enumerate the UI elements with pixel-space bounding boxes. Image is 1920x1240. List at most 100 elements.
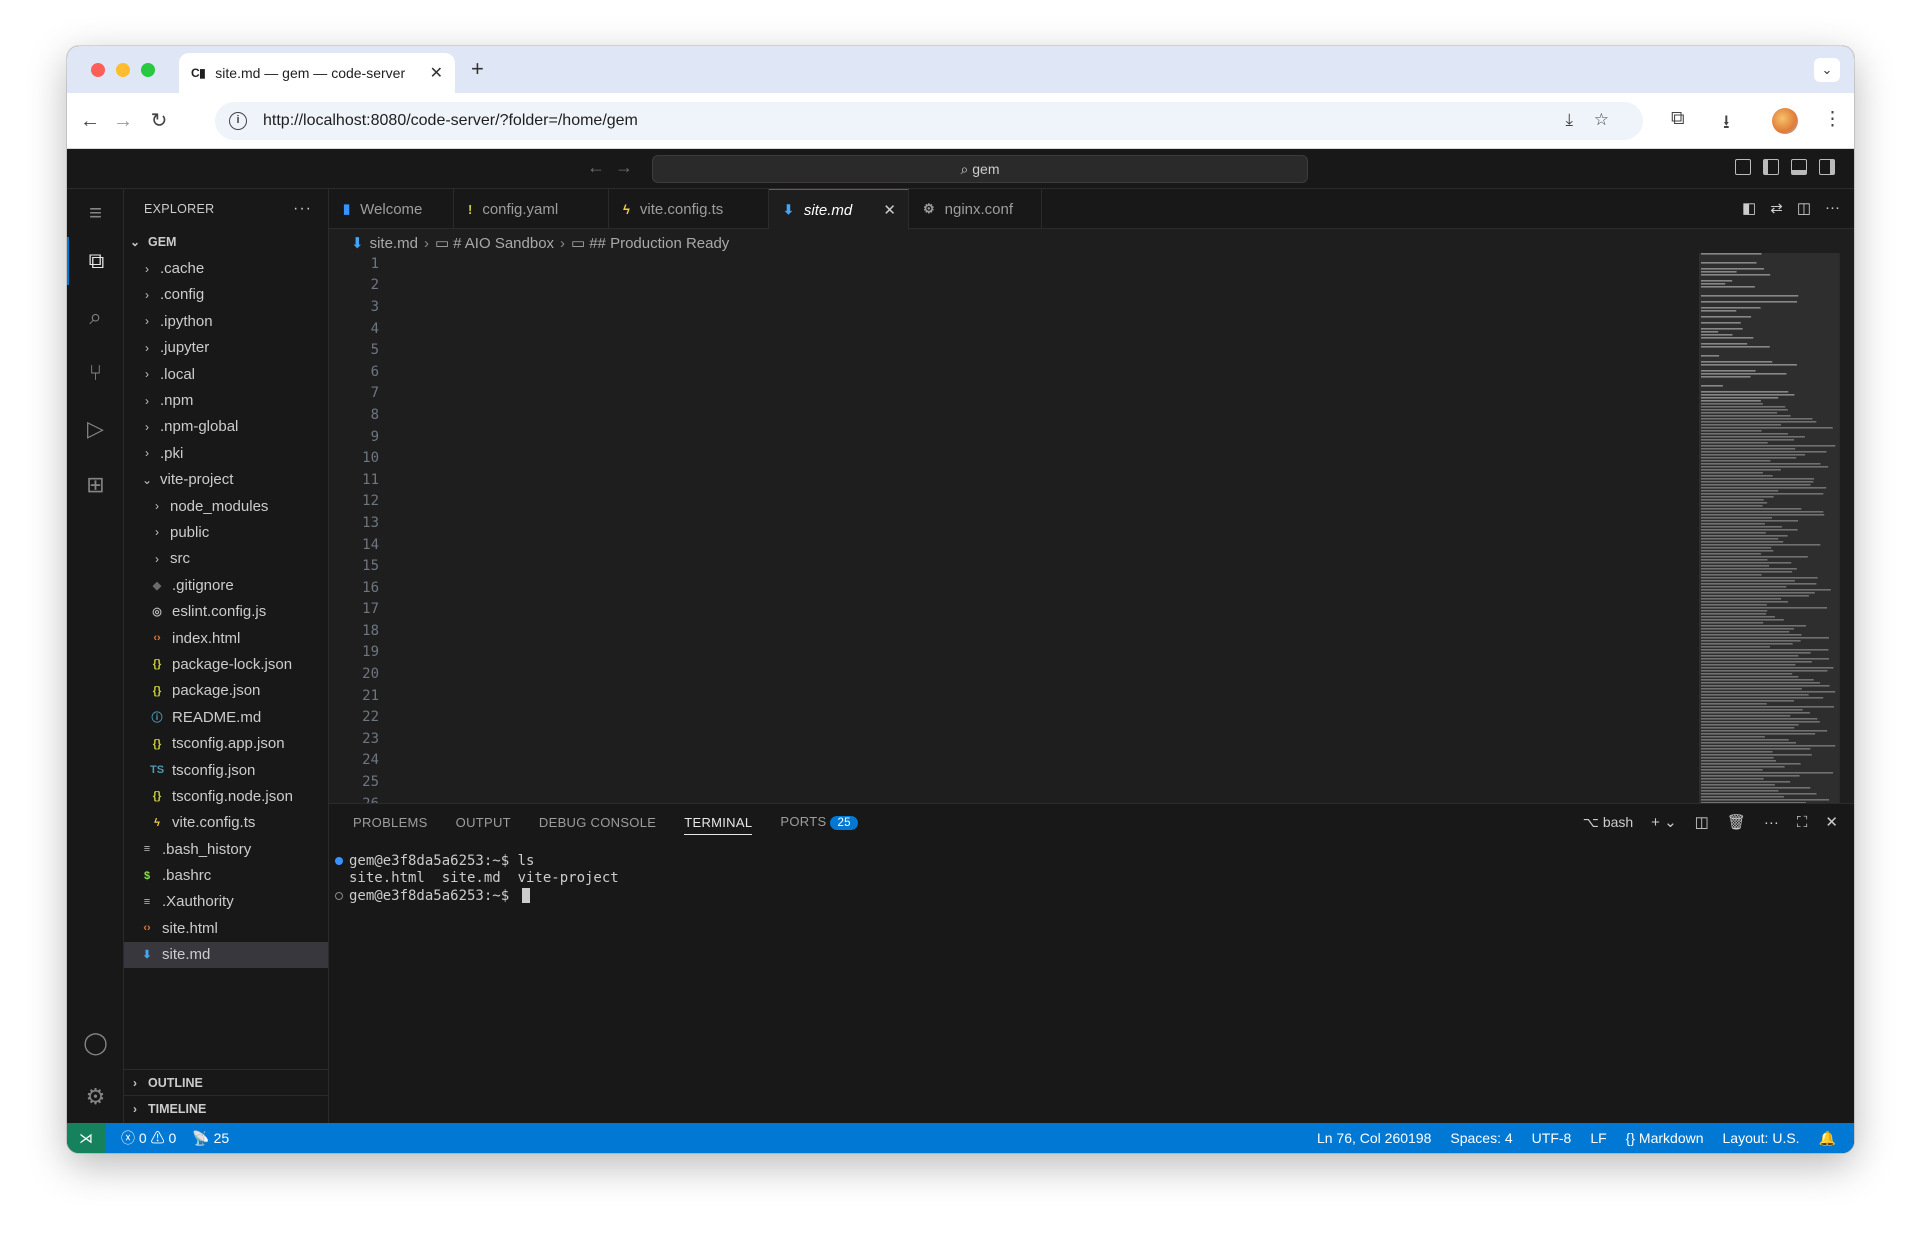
chrome-menu-icon[interactable]: ⋮: [1823, 108, 1842, 131]
back-arrow-icon[interactable]: ←: [76, 107, 104, 135]
language-mode[interactable]: {} Markdown: [1626, 1130, 1704, 1146]
tree-item[interactable]: ‹› index.html: [124, 625, 328, 651]
problems-status[interactable]: ⓧ 0 ⚠ 0: [121, 1128, 176, 1148]
tree-item[interactable]: › .jupyter: [124, 335, 328, 361]
accounts-icon[interactable]: ◯: [67, 1019, 124, 1067]
remote-indicator-icon[interactable]: ⋊: [67, 1123, 105, 1153]
tab-ports[interactable]: PORTS 25: [780, 814, 858, 830]
maximize-panel-icon[interactable]: ⛶: [1797, 814, 1808, 831]
search-view-icon[interactable]: ⌕: [67, 293, 124, 341]
browser-tab-active[interactable]: C▮ site.md — gem — code-server ✕: [179, 53, 455, 93]
notifications-bell-icon[interactable]: 🔔: [1819, 1130, 1836, 1147]
reload-icon[interactable]: ↻: [145, 107, 173, 135]
workspace-root[interactable]: ⌄ GEM: [124, 229, 328, 255]
tab-site-md[interactable]: ⬇ site.md ✕: [769, 189, 909, 230]
tree-item[interactable]: › .local: [124, 361, 328, 387]
breadcrumb-heading-2[interactable]: ## Production Ready: [589, 235, 729, 252]
maximize-window-button[interactable]: [141, 63, 155, 77]
tree-item[interactable]: › node_modules: [124, 493, 328, 519]
tab-debug-console[interactable]: DEBUG CONSOLE: [539, 815, 656, 830]
tree-item[interactable]: › .config: [124, 282, 328, 308]
tree-item[interactable]: ◆ .gitignore: [124, 572, 328, 598]
command-success-icon[interactable]: [335, 856, 343, 865]
new-terminal-plus-icon[interactable]: + ⌄: [1651, 813, 1677, 831]
tree-item[interactable]: TS tsconfig.json: [124, 757, 328, 783]
tree-item[interactable]: › .ipython: [124, 308, 328, 334]
tree-item[interactable]: $ .bashrc: [124, 862, 328, 888]
address-bar[interactable]: i http://localhost:8080/code-server/?fol…: [215, 102, 1643, 140]
install-app-icon[interactable]: ⤓: [1565, 110, 1573, 130]
tree-item[interactable]: {} package.json: [124, 678, 328, 704]
tree-item[interactable]: ‹› site.html: [124, 915, 328, 941]
more-actions-icon[interactable]: ···: [1825, 199, 1840, 217]
tree-item[interactable]: ◎ eslint.config.js: [124, 598, 328, 624]
line-ending[interactable]: LF: [1590, 1130, 1606, 1146]
customize-layout-icon[interactable]: [1735, 159, 1751, 175]
tree-item[interactable]: › .npm-global: [124, 414, 328, 440]
tab-problems[interactable]: PROBLEMS: [353, 815, 428, 830]
tab-config-yaml[interactable]: ! config.yaml: [454, 189, 609, 229]
editor-scrollbar[interactable]: [1839, 253, 1853, 803]
tab-vite-config[interactable]: ϟ vite.config.ts: [609, 189, 769, 229]
tree-item[interactable]: ≡ .Xauthority: [124, 889, 328, 915]
extensions-puzzle-icon[interactable]: ⧉: [1671, 108, 1685, 130]
outline-section[interactable]: › OUTLINE: [124, 1069, 329, 1095]
code-editor[interactable]: 1 2 3 4 5 6 7 8 9 10 11 12 13 14 15 16 17 18 19 20 21 22 23 24 2…: [329, 253, 1699, 803]
close-tab-icon[interactable]: ✕: [430, 63, 443, 83]
tree-item[interactable]: › .cache: [124, 255, 328, 281]
tab-output[interactable]: OUTPUT: [456, 815, 511, 830]
tree-item[interactable]: › .pki: [124, 440, 328, 466]
close-tab-icon[interactable]: ✕: [883, 201, 896, 219]
site-info-icon[interactable]: i: [229, 112, 247, 130]
tree-item[interactable]: ⬇ site.md: [124, 941, 328, 968]
tree-item[interactable]: › .npm: [124, 387, 328, 413]
toggle-panel-icon[interactable]: [1791, 159, 1807, 175]
tree-item[interactable]: ≡ .bash_history: [124, 836, 328, 862]
explorer-files-icon[interactable]: ⧉: [67, 237, 124, 285]
terminal-profile[interactable]: ⌥ bash: [1583, 814, 1633, 831]
tree-item[interactable]: › public: [124, 519, 328, 545]
indentation[interactable]: Spaces: 4: [1450, 1130, 1512, 1146]
menu-hamburger-icon[interactable]: ≡: [67, 189, 124, 237]
download-icon[interactable]: ⭳: [1723, 108, 1730, 140]
split-terminal-icon[interactable]: ◫: [1695, 813, 1709, 831]
forward-arrow-icon[interactable]: →: [109, 107, 137, 135]
new-tab-button[interactable]: +: [471, 56, 484, 82]
extensions-icon[interactable]: ⊞: [67, 461, 124, 509]
tree-item[interactable]: › src: [124, 546, 328, 572]
toggle-primary-sidebar-icon[interactable]: [1763, 159, 1779, 175]
tab-terminal[interactable]: TERMINAL: [684, 815, 753, 835]
compare-changes-icon[interactable]: ⇄: [1770, 199, 1783, 217]
split-editor-icon[interactable]: ◫: [1797, 199, 1811, 217]
encoding[interactable]: UTF-8: [1532, 1130, 1572, 1146]
tree-item[interactable]: {} package-lock.json: [124, 651, 328, 677]
breadcrumb-heading-1[interactable]: # AIO Sandbox: [453, 235, 554, 252]
ports-status[interactable]: 📡 25: [192, 1130, 229, 1147]
terminal-output[interactable]: gem@e3f8da5a6253:~$ ls site.html site.md…: [329, 852, 1819, 905]
command-pending-icon[interactable]: [335, 891, 343, 900]
more-actions-icon[interactable]: ···: [1764, 814, 1779, 831]
kill-terminal-trash-icon[interactable]: 🗑: [1727, 813, 1746, 831]
run-debug-icon[interactable]: ▷: [67, 405, 124, 453]
toggle-secondary-sidebar-icon[interactable]: [1819, 159, 1835, 175]
manage-gear-icon[interactable]: ⚙: [67, 1073, 124, 1121]
command-center[interactable]: ⌕ gem: [652, 155, 1308, 183]
tab-search-chevron-icon[interactable]: ⌄: [1814, 58, 1840, 82]
keyboard-layout[interactable]: Layout: U.S.: [1723, 1130, 1800, 1146]
timeline-section[interactable]: › TIMELINE: [124, 1095, 329, 1121]
tree-item[interactable]: ⌄ vite-project: [124, 467, 328, 493]
minimize-window-button[interactable]: [116, 63, 130, 77]
tree-item[interactable]: {} tsconfig.app.json: [124, 730, 328, 756]
minimap[interactable]: [1699, 253, 1839, 804]
more-actions-icon[interactable]: ···: [293, 200, 312, 218]
close-window-button[interactable]: [91, 63, 105, 77]
tab-nginx-conf[interactable]: ⚙ nginx.conf: [909, 189, 1042, 229]
minimap-slider[interactable]: [1699, 253, 1839, 803]
open-preview-icon[interactable]: ◧: [1742, 199, 1756, 217]
profile-avatar[interactable]: [1772, 108, 1798, 134]
tab-welcome[interactable]: ▮ Welcome: [329, 189, 454, 229]
tree-item[interactable]: {} tsconfig.node.json: [124, 783, 328, 809]
go-forward-icon[interactable]: →: [615, 157, 633, 178]
tree-item[interactable]: ϟ vite.config.ts: [124, 810, 328, 836]
breadcrumb-file[interactable]: site.md: [370, 235, 418, 252]
